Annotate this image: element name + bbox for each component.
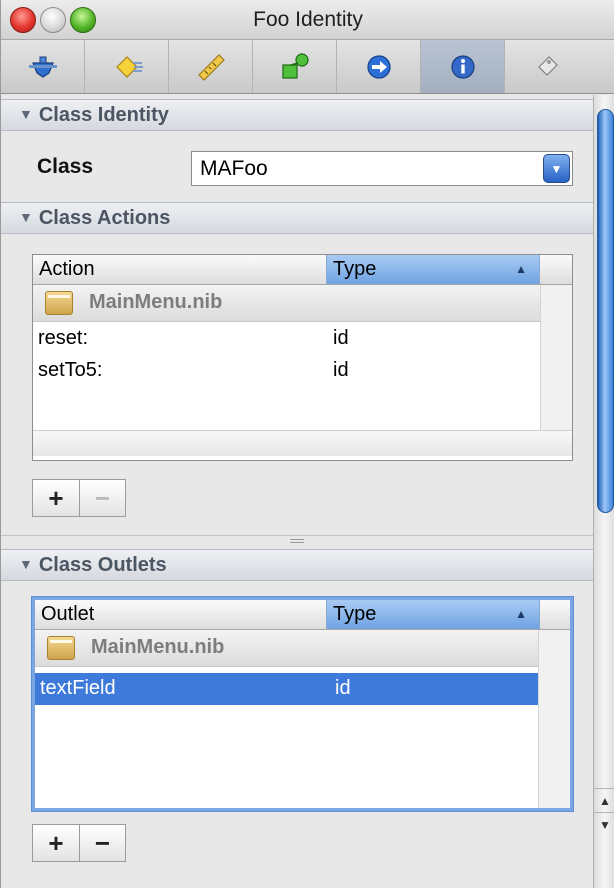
tab-identity[interactable]	[421, 40, 505, 93]
disclosure-triangle-icon[interactable]: ▼	[19, 209, 33, 225]
class-outlets-title: Class Outlets	[38, 554, 167, 576]
column-header-type-label: Type	[333, 258, 377, 280]
inspector-content: ▼ Class Identity Class MAFoo ▼ ▼ Class Act…	[1, 95, 593, 888]
outlets-table[interactable]: Outlet Type ▲ MainMenu.nib textField id	[32, 597, 573, 811]
table-row[interactable]: reset: id	[33, 323, 540, 355]
inspector-scrollbar[interactable]: ▲ ▼	[593, 95, 614, 888]
class-identity-header[interactable]: ▼ Class Identity	[1, 99, 593, 131]
action-type: id	[333, 359, 349, 381]
split-view-divider[interactable]	[1, 535, 593, 547]
connections-icon	[281, 52, 309, 79]
disclosure-triangle-icon[interactable]: ▼	[19, 106, 33, 122]
tab-effects[interactable]	[85, 40, 169, 93]
remove-outlet-button[interactable]: −	[79, 825, 125, 861]
add-action-button[interactable]: +	[33, 480, 79, 516]
column-header-outlet[interactable]: Outlet	[35, 600, 326, 629]
tab-extra[interactable]	[505, 40, 589, 93]
column-header-type[interactable]: Type ▲	[326, 255, 540, 284]
title-bar[interactable]: Foo Identity	[1, 0, 614, 40]
effects-icon	[115, 55, 143, 78]
class-combo-value[interactable]: MAFoo	[200, 157, 268, 181]
bindings-arrow-icon	[366, 54, 391, 79]
column-header-type[interactable]: Type ▲	[326, 600, 540, 629]
action-name: reset:	[38, 327, 89, 349]
actions-table-header: Action Type ▲	[33, 255, 572, 285]
class-label: Class	[37, 155, 94, 178]
add-outlet-button[interactable]: +	[33, 825, 79, 861]
actions-add-remove-group: + −	[32, 479, 126, 517]
class-combo-box[interactable]: MAFoo ▼	[191, 151, 573, 186]
actions-vertical-scrollbar[interactable]	[540, 285, 572, 430]
identity-info-icon	[450, 54, 475, 79]
inspector-toolbar	[1, 40, 614, 94]
remove-action-button[interactable]: −	[79, 480, 125, 516]
disclosure-triangle-icon[interactable]: ▼	[19, 556, 33, 572]
size-ruler-icon	[197, 53, 225, 81]
tab-bindings[interactable]	[337, 40, 421, 93]
divider-grip-icon[interactable]	[290, 539, 304, 543]
outlets-table-header: Outlet Type ▲	[35, 600, 570, 630]
action-type: id	[333, 327, 349, 349]
column-header-action[interactable]: Action	[33, 255, 326, 284]
actions-group-label: MainMenu.nib	[89, 291, 223, 313]
sort-ascending-icon: ▲	[515, 262, 527, 276]
nib-file-icon	[47, 636, 75, 660]
outlets-vertical-scrollbar[interactable]	[538, 630, 570, 808]
tab-connections[interactable]	[253, 40, 337, 93]
outlet-name: textField	[40, 677, 116, 699]
tag-icon	[538, 55, 558, 76]
tab-attributes[interactable]	[1, 40, 85, 93]
chevron-down-icon: ▼	[550, 161, 563, 176]
scrollbar-thumb[interactable]	[597, 109, 614, 513]
attributes-icon	[28, 56, 57, 78]
column-header-type-label: Type	[333, 603, 377, 625]
tab-size[interactable]	[169, 40, 253, 93]
table-row[interactable]: setTo5: id	[33, 355, 540, 387]
class-outlets-header[interactable]: ▼ Class Outlets	[1, 549, 593, 581]
action-name: setTo5:	[38, 359, 103, 381]
scroll-down-arrow-icon[interactable]: ▼	[594, 812, 614, 836]
outlets-group-row[interactable]: MainMenu.nib	[35, 630, 540, 667]
outlets-group-label: MainMenu.nib	[91, 636, 225, 658]
outlet-type: id	[335, 677, 351, 699]
actions-group-row[interactable]: MainMenu.nib	[33, 285, 540, 322]
nib-file-icon	[45, 291, 73, 315]
actions-horizontal-scrollbar[interactable]	[33, 430, 572, 456]
outlets-add-remove-group: + −	[32, 824, 126, 862]
sort-ascending-icon: ▲	[515, 607, 527, 621]
class-actions-title: Class Actions	[38, 207, 171, 229]
inspector-window: Foo Identity ▼ Class Identity Class MAFo…	[0, 0, 614, 888]
scroll-up-arrow-icon[interactable]: ▲	[594, 788, 614, 812]
class-actions-header[interactable]: ▼ Class Actions	[1, 202, 593, 234]
combo-dropdown-button[interactable]: ▼	[543, 154, 570, 183]
class-identity-title: Class Identity	[38, 104, 169, 126]
window-title: Foo Identity	[253, 8, 363, 31]
table-row[interactable]: textField id	[35, 673, 540, 705]
actions-table[interactable]: Action Type ▲ MainMenu.nib reset: id set…	[32, 254, 573, 461]
